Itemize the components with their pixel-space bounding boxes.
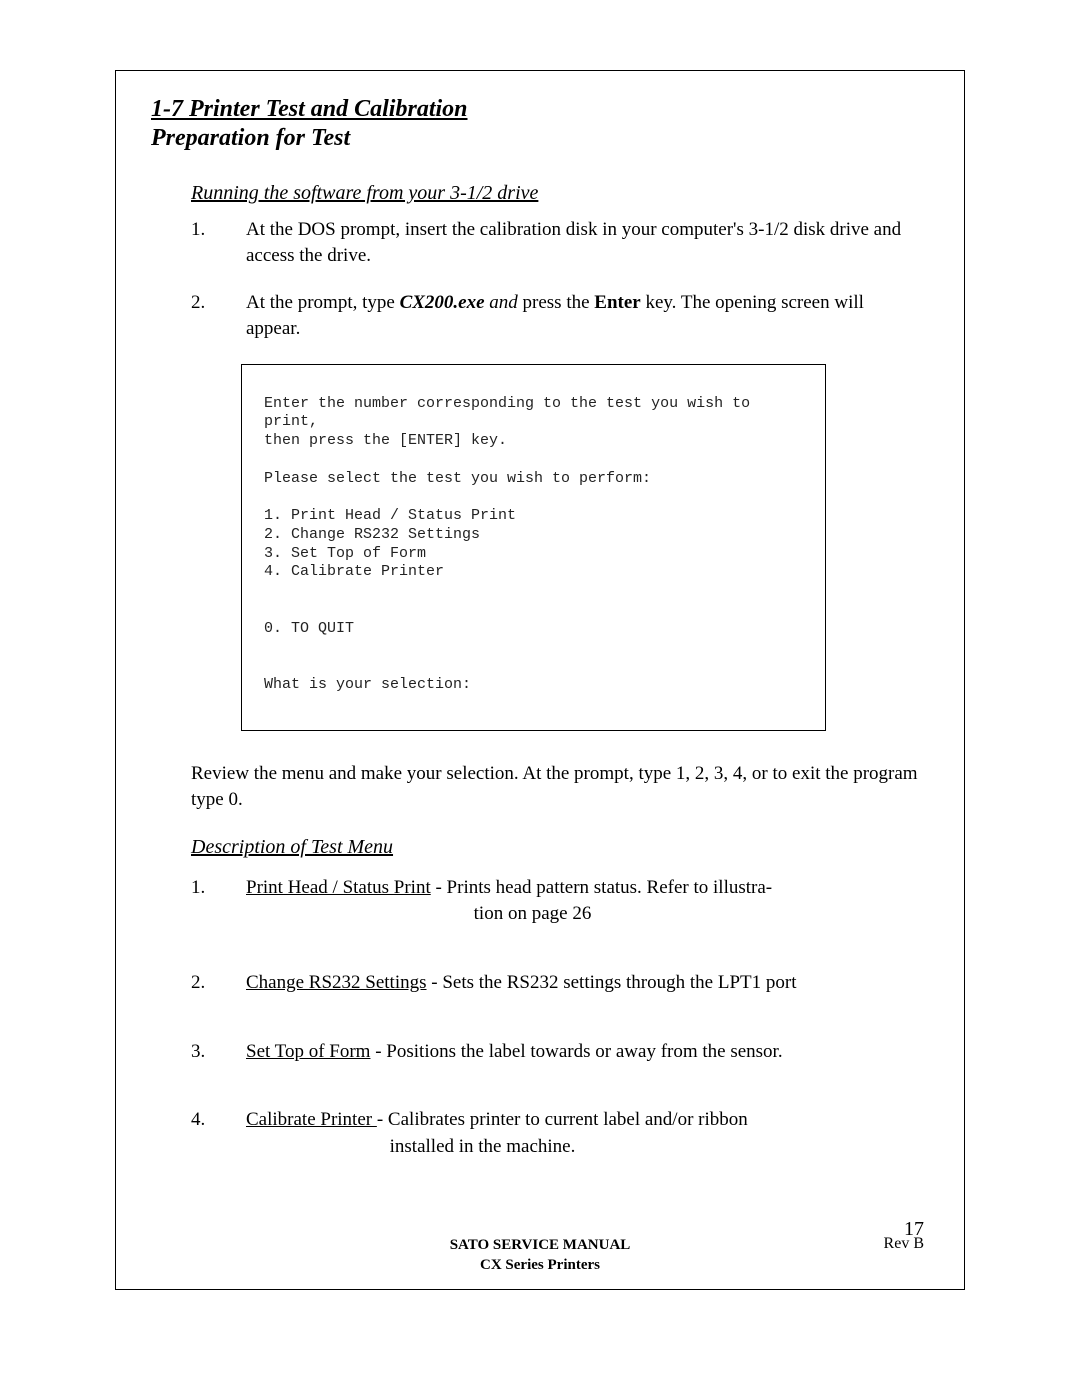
section-heading: 1-7 Printer Test and Calibration xyxy=(151,96,929,123)
desc-text: Set Top of Form - Positions the label to… xyxy=(246,1039,919,1066)
desc-label: Set Top of Form xyxy=(246,1041,370,1062)
page-frame: 1-7 Printer Test and Calibration Prepara… xyxy=(115,70,965,1290)
run-step-1: 1. At the DOS prompt, insert the calibra… xyxy=(191,217,919,268)
step-mid: and xyxy=(485,292,523,313)
enter-key: Enter xyxy=(594,292,640,313)
desc-body: - Positions the label towards or away fr… xyxy=(370,1041,782,1062)
desc-label: Change RS232 Settings xyxy=(246,972,427,993)
footer-rev: Rev B xyxy=(884,1235,924,1253)
footer-center: SATO SERVICE MANUAL CX Series Printers xyxy=(116,1236,964,1275)
footer-title: SATO SERVICE MANUAL xyxy=(116,1236,964,1256)
desc-body: - Sets the RS232 settings through the LP… xyxy=(427,972,797,993)
desc-text: Calibrate Printer - Calibrates printer t… xyxy=(246,1107,919,1160)
desc-item-3: 3. Set Top of Form - Positions the label… xyxy=(191,1039,919,1066)
desc-body-cont: tion on page 26 xyxy=(246,901,919,928)
desc-body-cont: installed in the machine. xyxy=(246,1134,919,1161)
desc-number: 3. xyxy=(191,1039,246,1066)
desc-item-2: 2. Change RS232 Settings - Sets the RS23… xyxy=(191,970,919,997)
desc-number: 4. xyxy=(191,1107,246,1160)
desc-label: Print Head / Status Print xyxy=(246,877,431,898)
desc-text: Change RS232 Settings - Sets the RS232 s… xyxy=(246,970,919,997)
desc-text: Print Head / Status Print - Prints head … xyxy=(246,875,919,928)
command-name: CX200.exe xyxy=(400,292,485,313)
desc-number: 1. xyxy=(191,875,246,928)
desc-label: Calibrate Printer xyxy=(246,1109,377,1130)
step-prefix: At the prompt, type xyxy=(246,292,400,313)
content-area: Running the software from your 3-1/2 dri… xyxy=(151,182,929,1160)
desc-section-title: Description of Test Menu xyxy=(191,836,919,859)
desc-body: - Calibrates printer to current label an… xyxy=(377,1109,748,1130)
section-subheading: Preparation for Test xyxy=(151,125,929,152)
review-text: Review the menu and make your selection.… xyxy=(191,761,919,814)
step-text: At the DOS prompt, insert the calibratio… xyxy=(246,217,919,268)
step-text: At the prompt, type CX200.exe and press … xyxy=(246,290,919,341)
desc-number: 2. xyxy=(191,970,246,997)
desc-item-4: 4. Calibrate Printer - Calibrates printe… xyxy=(191,1107,919,1160)
step-mid2: press the xyxy=(523,292,595,313)
desc-item-1: 1. Print Head / Status Print - Prints he… xyxy=(191,875,919,928)
footer-subtitle: CX Series Printers xyxy=(116,1256,964,1276)
run-section-title: Running the software from your 3-1/2 dri… xyxy=(191,182,919,205)
run-step-2: 2. At the prompt, type CX200.exe and pre… xyxy=(191,290,919,341)
step-number: 1. xyxy=(191,217,246,268)
dos-screen: Enter the number corresponding to the te… xyxy=(241,364,826,731)
desc-body: - Prints head pattern status. Refer to i… xyxy=(431,877,772,898)
step-number: 2. xyxy=(191,290,246,341)
page-footer: SATO SERVICE MANUAL CX Series Printers R… xyxy=(116,1236,964,1275)
